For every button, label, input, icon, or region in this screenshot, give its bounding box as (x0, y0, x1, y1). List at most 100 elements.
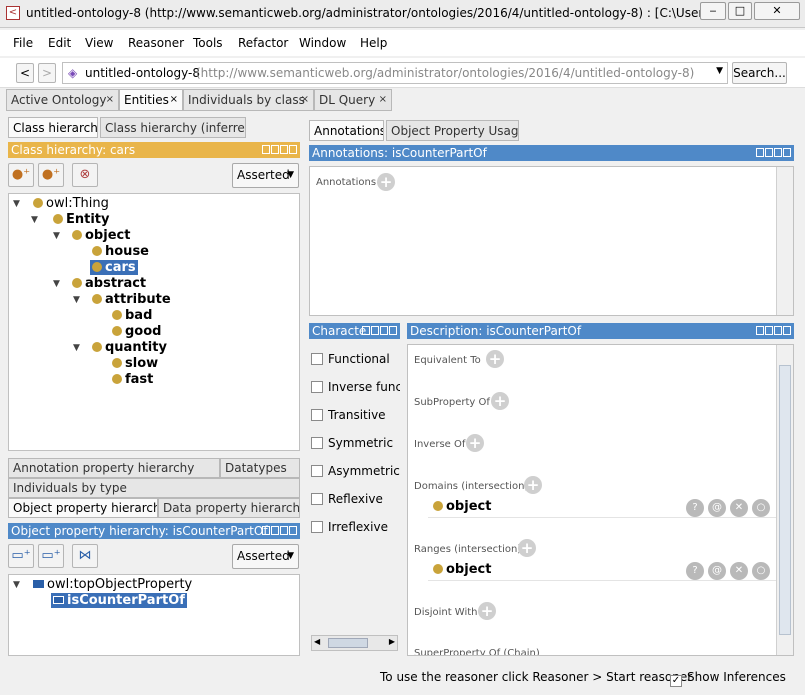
tree-node-object[interactable]: object (72, 228, 130, 243)
tab-annotation-property-hierarchy[interactable]: Annotation property hierarchy (8, 458, 220, 478)
tab-individuals-by-class[interactable]: Individuals by class × (183, 89, 314, 111)
back-button[interactable]: < (16, 63, 34, 83)
annotate-icon[interactable]: @ (708, 499, 726, 517)
irreflexive-checkbox[interactable]: Irreflexive (311, 520, 388, 534)
tab-annotations[interactable]: Annotations (309, 120, 384, 141)
remove-icon[interactable]: ✕ (730, 562, 748, 580)
add-subproperty-icon[interactable]: ▭⁺ (8, 544, 34, 568)
tree-node-owl-thing[interactable]: owl:Thing (33, 196, 109, 211)
annotate-icon[interactable]: @ (708, 562, 726, 580)
menu-view[interactable]: View (85, 36, 113, 50)
scroll-thumb[interactable] (779, 365, 791, 635)
tab-active-ontology[interactable]: Active Ontology × (6, 89, 119, 111)
chevron-down-icon[interactable]: ▼ (716, 66, 723, 76)
functional-checkbox[interactable]: Functional (311, 352, 390, 366)
tree-node-abstract[interactable]: abstract (72, 276, 146, 291)
range-object[interactable]: object (433, 562, 491, 577)
panel-controls[interactable] (262, 145, 297, 155)
scroll-right-icon[interactable]: ▶ (389, 637, 395, 646)
collapse-icon[interactable]: ▼ (13, 199, 20, 209)
menu-tools[interactable]: Tools (193, 36, 223, 50)
asserted-select[interactable]: Asserted ▼ (232, 163, 299, 188)
horizontal-scrollbar[interactable]: ◀ ▶ (311, 635, 398, 651)
collapse-icon[interactable]: ▼ (31, 215, 38, 225)
collapse-icon[interactable]: ▼ (53, 231, 60, 241)
menu-reasoner[interactable]: Reasoner (128, 36, 184, 50)
menu-window[interactable]: Window (299, 36, 346, 50)
add-disjoint-icon[interactable]: + (478, 602, 496, 620)
asymmetric-checkbox[interactable]: Asymmetric (311, 464, 400, 478)
menu-refactor[interactable]: Refactor (238, 36, 288, 50)
tree-node-slow[interactable]: slow (112, 356, 158, 371)
tree-node-iscounterpartof[interactable]: isCounterPartOf (51, 593, 187, 608)
ontology-combo[interactable]: ◈ untitled-ontology-8 (http://www.semant… (62, 62, 728, 84)
close-icon[interactable]: × (170, 90, 178, 110)
close-icon[interactable]: × (106, 90, 114, 110)
tab-datatypes[interactable]: Datatypes (220, 458, 300, 478)
domain-object[interactable]: object (433, 499, 491, 514)
tree-node-good[interactable]: good (112, 324, 161, 339)
edit-icon[interactable]: ○ (752, 499, 770, 517)
tab-dl-query[interactable]: DL Query × (314, 89, 392, 111)
add-annotation-icon[interactable]: + (377, 173, 395, 191)
scrollbar[interactable] (776, 345, 793, 655)
minimize-button[interactable]: ‒ (700, 2, 726, 20)
forward-button[interactable]: > (38, 63, 56, 83)
tab-entities[interactable]: Entities × (119, 89, 183, 111)
scroll-thumb[interactable] (328, 638, 368, 648)
delete-property-icon[interactable]: ⋈ (72, 544, 98, 568)
help-icon[interactable]: ? (686, 562, 704, 580)
add-subproperty-icon[interactable]: + (491, 392, 509, 410)
inverse-functional-checkbox[interactable]: Inverse functi (311, 380, 400, 394)
tab-class-hierarchy-inferred[interactable]: Class hierarchy (inferred) (100, 117, 246, 138)
close-icon[interactable]: × (301, 90, 309, 110)
close-button[interactable]: ✕ (754, 2, 800, 20)
tree-node-house[interactable]: house (92, 244, 149, 259)
characteristics-panel: Functional Inverse functi Transitive Sym… (309, 343, 400, 656)
tree-node-quantity[interactable]: quantity (92, 340, 167, 355)
edit-icon[interactable]: ○ (752, 562, 770, 580)
panel-controls[interactable] (756, 326, 791, 336)
tree-node-entity[interactable]: Entity (53, 212, 110, 227)
add-domain-icon[interactable]: + (524, 476, 542, 494)
tree-node-attribute[interactable]: attribute (92, 292, 171, 307)
menu-help[interactable]: Help (360, 36, 387, 50)
menu-file[interactable]: File (13, 36, 33, 50)
scrollbar[interactable] (776, 167, 793, 315)
add-inverse-icon[interactable]: + (466, 434, 484, 452)
panel-controls[interactable] (756, 148, 791, 158)
collapse-icon[interactable]: ▼ (73, 295, 80, 305)
add-subclass-icon[interactable]: ●⁺ (8, 163, 34, 187)
remove-icon[interactable]: ✕ (730, 499, 748, 517)
close-icon[interactable]: × (379, 90, 387, 110)
obj-asserted-select[interactable]: Asserted ▼ (232, 544, 299, 569)
add-sibling-property-icon[interactable]: ▭⁺ (38, 544, 64, 568)
reflexive-checkbox[interactable]: Reflexive (311, 492, 383, 506)
tab-individuals-by-type[interactable]: Individuals by type (8, 478, 300, 498)
tab-class-hierarchy[interactable]: Class hierarchy (8, 117, 98, 138)
symmetric-checkbox[interactable]: Symmetric (311, 436, 393, 450)
add-equivalent-icon[interactable]: + (486, 350, 504, 368)
tree-node-cars[interactable]: cars (90, 260, 138, 275)
collapse-icon[interactable]: ▼ (53, 279, 60, 289)
tree-node-top-object-property[interactable]: owl:topObjectProperty (33, 577, 192, 592)
maximize-button[interactable]: □ (728, 2, 752, 20)
collapse-icon[interactable]: ▼ (73, 343, 80, 353)
search-button[interactable]: Search... (732, 62, 787, 84)
collapse-icon[interactable]: ▼ (13, 580, 20, 590)
menu-edit[interactable]: Edit (48, 36, 71, 50)
transitive-checkbox[interactable]: Transitive (311, 408, 386, 422)
scroll-left-icon[interactable]: ◀ (314, 637, 320, 646)
add-sibling-icon[interactable]: ●⁺ (38, 163, 64, 187)
tree-node-fast[interactable]: fast (112, 372, 153, 387)
help-icon[interactable]: ? (686, 499, 704, 517)
add-range-icon[interactable]: + (518, 539, 536, 557)
tree-node-bad[interactable]: bad (112, 308, 152, 323)
panel-controls[interactable] (362, 326, 397, 336)
tab-object-property-usage[interactable]: Object Property Usage (386, 120, 519, 141)
tab-data-property-hierarchy[interactable]: Data property hierarchy (158, 498, 300, 518)
show-inferences-checkbox[interactable]: ✓ Show Inferences (670, 670, 786, 687)
delete-class-icon[interactable]: ⊗ (72, 163, 98, 187)
panel-controls[interactable] (262, 526, 297, 536)
tab-object-property-hierarchy[interactable]: Object property hierarchy (8, 498, 158, 518)
